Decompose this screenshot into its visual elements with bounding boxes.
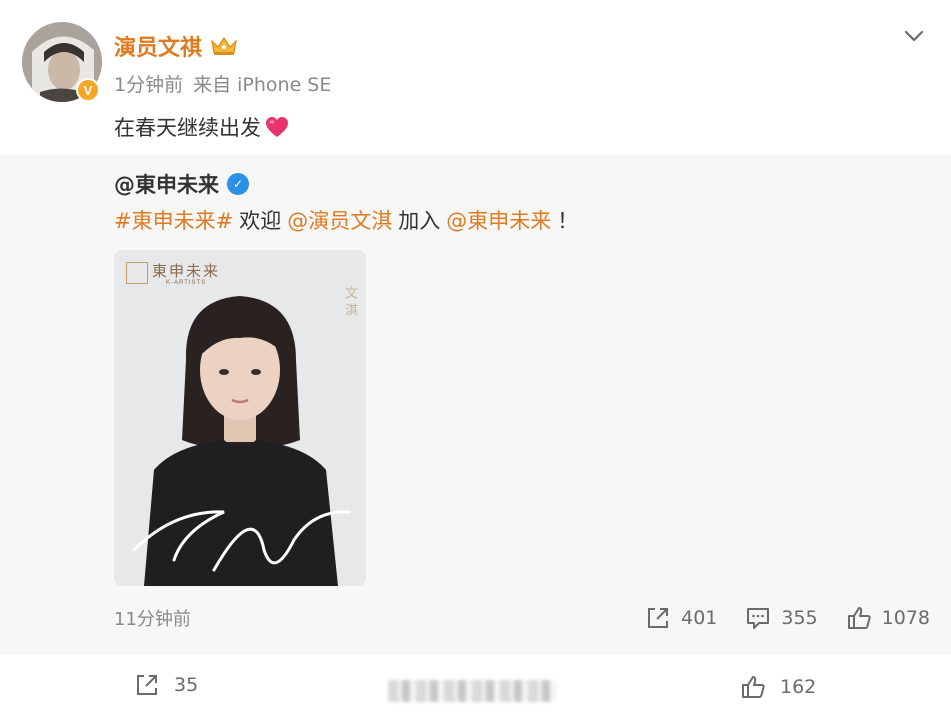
- like-button[interactable]: 162: [740, 674, 816, 700]
- post-action-bar: 35 162: [0, 660, 951, 714]
- share-button[interactable]: 35: [134, 672, 198, 698]
- mention-link-2[interactable]: @東申未来: [446, 205, 551, 235]
- verified-badge-icon: V: [76, 78, 100, 102]
- blurred-comment-placeholder: [388, 680, 556, 702]
- crown-icon: [211, 36, 237, 55]
- hashtag-link[interactable]: #東申未来#: [114, 205, 233, 235]
- mention-link-1[interactable]: @演员文淇: [287, 205, 392, 235]
- like-count: 1078: [881, 607, 930, 629]
- share-count: 35: [174, 674, 199, 696]
- logo-subtitle: K-ARTISTS: [166, 280, 207, 286]
- repost-image[interactable]: 東申未来 K-ARTISTS 文淇: [114, 250, 366, 586]
- comment-count: 355: [781, 607, 818, 629]
- repost-share-button[interactable]: 401: [645, 605, 717, 631]
- logo-text: 東申未来: [152, 262, 221, 280]
- vertical-name: 文淇: [342, 286, 357, 320]
- heart-icon: [266, 117, 288, 137]
- text-end: ！: [557, 209, 579, 233]
- chevron-down-icon[interactable]: [900, 22, 928, 50]
- thumbs-up-icon: [847, 607, 871, 629]
- repost-time[interactable]: 11分钟前: [114, 605, 191, 631]
- repost-stats: 401 355 1078: [645, 605, 930, 631]
- text-join: 加入: [398, 209, 441, 233]
- repost-card[interactable]: @東申未来 ✓ #東申未来# 欢迎 @演员文淇 加入 @東申未来 ！ 東申未来 …: [0, 155, 951, 655]
- verified-blue-icon: ✓: [227, 173, 249, 195]
- like-count: 162: [780, 676, 817, 698]
- post-time[interactable]: 1分钟前: [114, 70, 183, 97]
- text-welcome: 欢迎: [239, 209, 282, 233]
- post-author[interactable]: 演员文祺: [114, 30, 238, 62]
- post-text: 在春天继续出发: [114, 116, 261, 140]
- post-meta: 1分钟前 来自 iPhone SE: [114, 70, 331, 97]
- share-icon: [137, 675, 157, 695]
- repost-author-name[interactable]: @東申未来: [114, 169, 219, 199]
- repost-footer: 11分钟前 401 355 1078: [114, 605, 930, 631]
- repost-author[interactable]: @東申未来 ✓: [114, 169, 249, 199]
- repost-count: 401: [681, 607, 718, 629]
- repost-like-button[interactable]: 1078: [846, 605, 930, 631]
- thumbs-up-icon: [742, 676, 765, 698]
- logo-mark-icon: [126, 262, 148, 284]
- repost-text: #東申未来# 欢迎 @演员文淇 加入 @東申未来 ！: [114, 205, 578, 235]
- post-source: 来自 iPhone SE: [193, 74, 332, 96]
- author-name[interactable]: 演员文祺: [114, 30, 202, 62]
- comment-icon: [747, 608, 770, 629]
- repost-comment-button[interactable]: 355: [745, 605, 818, 631]
- share-icon: [648, 608, 669, 628]
- portrait-photo: [114, 250, 366, 586]
- post-body: 在春天继续出发: [114, 112, 289, 142]
